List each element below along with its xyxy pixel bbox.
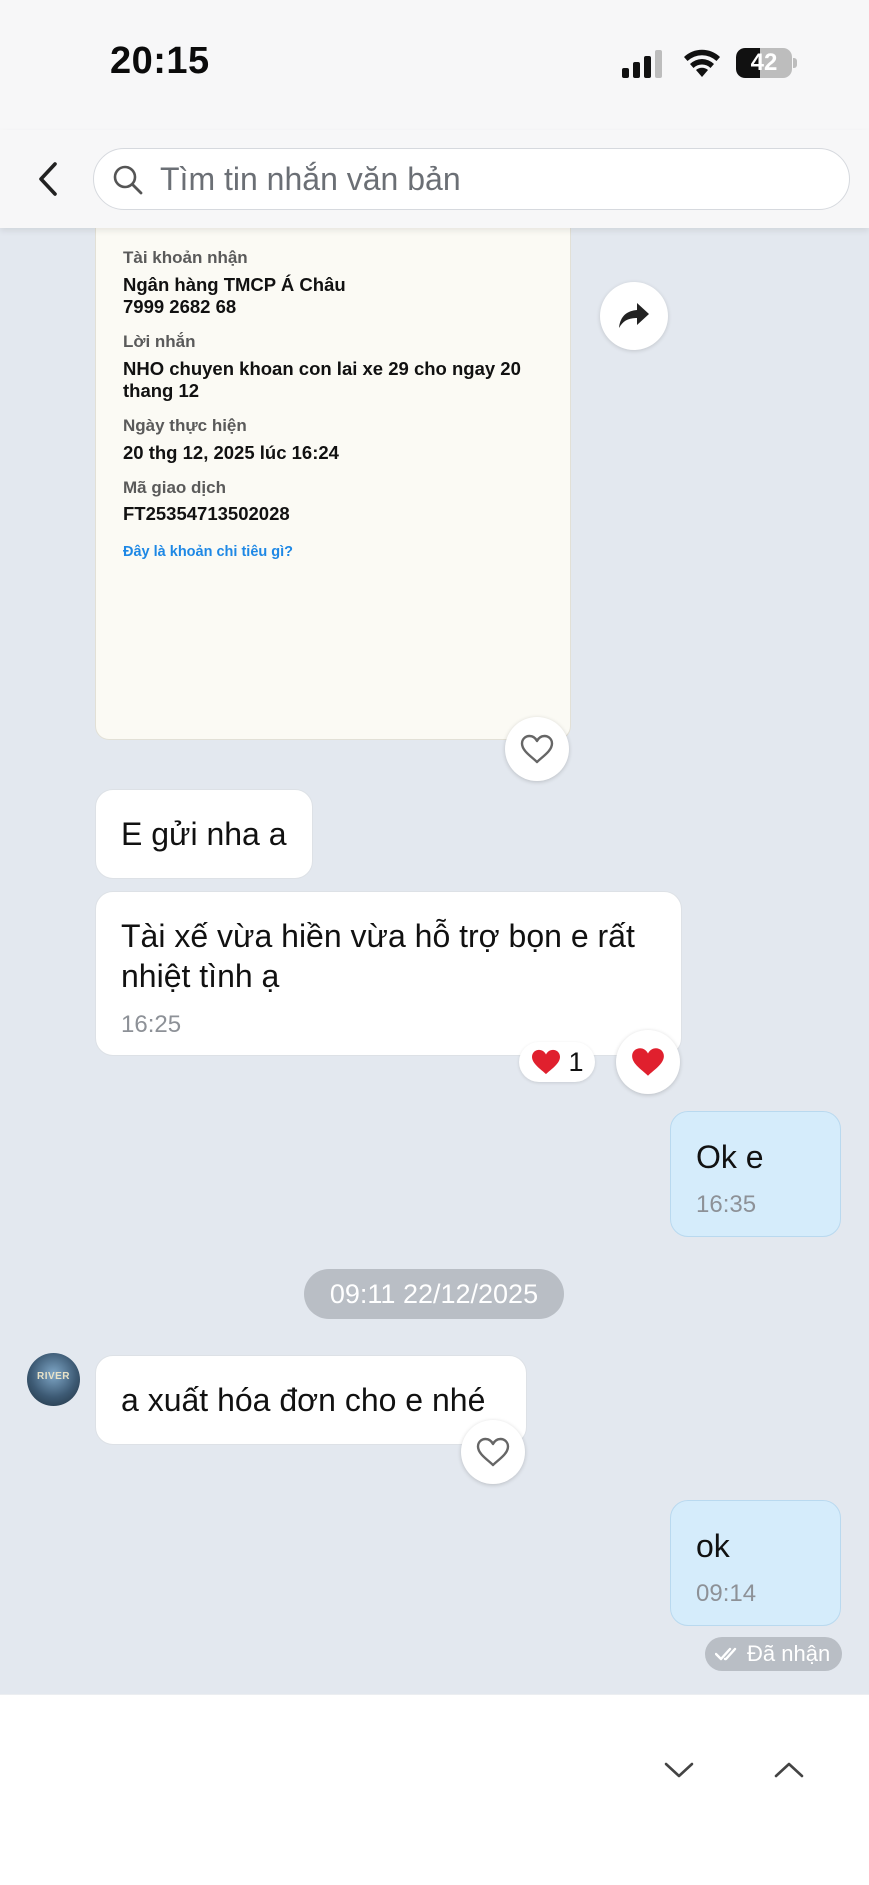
heart-filled-icon bbox=[532, 1049, 561, 1075]
cellular-signal-icon bbox=[622, 50, 662, 78]
message-time: 16:35 bbox=[696, 1191, 757, 1218]
message-bubble-received[interactable]: E gửi nha a bbox=[95, 789, 313, 879]
receipt-message-line2: thang 12 bbox=[123, 380, 200, 401]
share-button[interactable] bbox=[600, 282, 668, 350]
receipt-category-link: Đây là khoản chi tiêu gì? bbox=[123, 544, 294, 560]
search-box[interactable] bbox=[93, 148, 850, 210]
battery-percent: 42 bbox=[750, 49, 778, 76]
receipt-message-line1: NHO chuyen khoan con lai xe 29 cho ngay … bbox=[123, 358, 521, 379]
message-bubble-received[interactable]: Tài xế vừa hiền vừa hỗ trợ bọn e rất nhi… bbox=[95, 891, 682, 1056]
react-heart-button[interactable] bbox=[616, 1030, 680, 1094]
message-text-line1: Tài xế vừa hiền vừa hỗ trợ bọn e rất bbox=[121, 918, 635, 954]
avatar-logo-text: RIVER bbox=[36, 1371, 71, 1382]
battery-indicator: 42 bbox=[736, 48, 797, 78]
receipt-date-label: Ngày thực hiện bbox=[123, 416, 247, 435]
double-check-icon bbox=[715, 1647, 737, 1661]
share-arrow-icon bbox=[619, 303, 649, 328]
message-text: Ok e bbox=[696, 1139, 764, 1175]
message-time: 16:25 bbox=[121, 1011, 182, 1038]
status-time: 20:15 bbox=[110, 40, 210, 82]
react-heart-button[interactable] bbox=[505, 717, 569, 781]
previous-result-button[interactable] bbox=[764, 1745, 814, 1795]
search-input[interactable] bbox=[160, 149, 820, 209]
message-bubble-sent[interactable]: Ok e 16:35 bbox=[670, 1111, 841, 1237]
search-navigation-bar bbox=[0, 1694, 869, 1885]
back-button[interactable] bbox=[28, 156, 68, 202]
heart-outline-icon bbox=[476, 1437, 510, 1467]
reaction-summary[interactable]: 1 bbox=[519, 1042, 595, 1082]
delivery-status-text: Đã nhận bbox=[747, 1641, 831, 1666]
receipt-bank-name: Ngân hàng TMCP Á Châu bbox=[123, 274, 346, 295]
next-result-button[interactable] bbox=[654, 1745, 704, 1795]
search-header bbox=[0, 130, 869, 228]
message-time: 09:14 bbox=[696, 1580, 757, 1607]
receipt-message-label: Lời nhắn bbox=[123, 332, 196, 351]
receipt-txn-value: FT25354713502028 bbox=[123, 503, 290, 524]
heart-outline-icon bbox=[520, 734, 554, 764]
react-heart-button[interactable] bbox=[461, 1420, 525, 1484]
message-text: a xuất hóa đơn cho e nhé bbox=[121, 1382, 486, 1418]
message-bubble-received[interactable]: a xuất hóa đơn cho e nhé bbox=[95, 1355, 527, 1445]
search-icon bbox=[113, 165, 143, 195]
date-separator: 09:11 22/12/2025 bbox=[304, 1269, 564, 1319]
receipt-image-message[interactable]: Tài khoản nhận Ngân hàng TMCP Á Châu 799… bbox=[95, 190, 571, 740]
message-text-line2: nhiệt tình ạ bbox=[121, 958, 280, 994]
receipt-txn-label: Mã giao dịch bbox=[123, 478, 226, 497]
wifi-icon bbox=[684, 49, 720, 77]
avatar[interactable]: RIVER bbox=[27, 1353, 80, 1406]
receipt-account-label: Tài khoản nhận bbox=[123, 248, 248, 267]
status-bar: 20:15 42 bbox=[0, 0, 869, 130]
reaction-count: 1 bbox=[568, 1046, 584, 1077]
message-bubble-sent[interactable]: ok 09:14 bbox=[670, 1500, 841, 1626]
receipt-account-number: 7999 2682 68 bbox=[123, 296, 237, 317]
receipt-date-value: 20 thg 12, 2025 lúc 16:24 bbox=[123, 442, 339, 463]
chevron-up-icon bbox=[774, 1762, 804, 1778]
message-text: E gửi nha a bbox=[121, 816, 287, 852]
heart-filled-icon bbox=[632, 1048, 664, 1076]
delivery-status-badge: Đã nhận bbox=[705, 1637, 842, 1671]
chevron-down-icon bbox=[664, 1762, 694, 1778]
message-text: ok bbox=[696, 1528, 730, 1564]
chevron-left-icon bbox=[39, 162, 57, 196]
